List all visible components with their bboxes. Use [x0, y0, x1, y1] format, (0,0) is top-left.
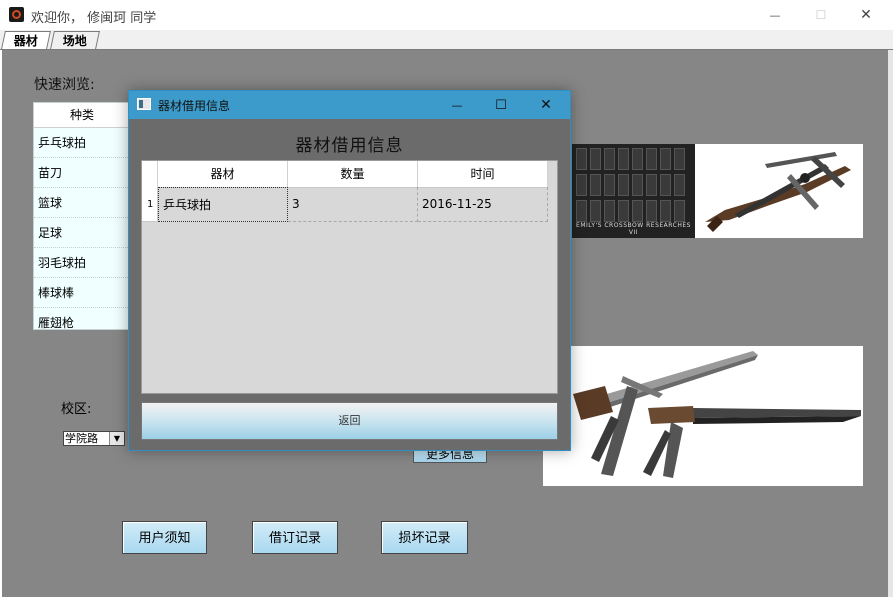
maximize-icon: ☐ — [815, 8, 827, 22]
row-header-corner — [142, 161, 158, 187]
dialog-close-button[interactable]: ✕ — [524, 91, 568, 119]
column-header-time[interactable]: 时间 — [418, 161, 548, 187]
window-title: 欢迎你， 修闽珂 同学 — [31, 11, 157, 26]
minimize-icon: — — [769, 8, 781, 22]
category-table-header: 种类 — [34, 103, 130, 128]
dialog-titlebar[interactable]: 器材借用信息 — ☐ ✕ — [129, 91, 570, 119]
category-row[interactable]: 篮球 — [34, 188, 130, 218]
tab-bar: 器材 场地 — [0, 30, 893, 50]
minimize-button[interactable]: — — [752, 0, 798, 30]
cell-quantity[interactable]: 3 — [288, 187, 418, 222]
damage-records-button[interactable]: 损坏记录 — [381, 521, 468, 554]
quick-browse-label: 快速浏览: — [34, 77, 95, 93]
booking-records-button[interactable]: 借订记录 — [252, 521, 338, 554]
category-row[interactable]: 足球 — [34, 218, 130, 248]
dialog-maximize-button[interactable]: ☐ — [479, 91, 523, 119]
crossbow-sheet-caption: EMILY'S CROSSBOW RESEARCHES VII — [576, 222, 691, 236]
maximize-button[interactable]: ☐ — [798, 0, 844, 30]
maximize-icon: ☐ — [495, 97, 507, 113]
cell-item[interactable]: 乒乓球拍 — [158, 187, 288, 222]
app-icon — [9, 7, 24, 22]
category-row[interactable]: 苗刀 — [34, 158, 130, 188]
dialog-title: 器材借用信息 — [158, 99, 231, 113]
column-header-quantity[interactable]: 数量 — [288, 161, 418, 187]
tab-equipment-label: 器材 — [13, 34, 38, 48]
blade-crossbow-image — [543, 346, 863, 486]
crossbow-sheet-image: EMILY'S CROSSBOW RESEARCHES VII — [572, 144, 695, 238]
campus-select[interactable]: 学院路 ▼ — [63, 431, 125, 446]
close-icon: ✕ — [860, 7, 872, 23]
user-notice-button[interactable]: 用户须知 — [122, 521, 207, 554]
column-header-item[interactable]: 器材 — [158, 161, 288, 187]
dialog-window-icon — [137, 98, 151, 110]
borrow-table: 器材 数量 时间 1 乒乓球拍 3 2016-11-25 — [141, 160, 558, 394]
window-titlebar: 欢迎你， 修闽珂 同学 — ☐ ✕ — [0, 0, 893, 30]
close-icon: ✕ — [540, 97, 552, 113]
category-row[interactable]: 羽毛球拍 — [34, 248, 130, 278]
category-row[interactable]: 乒乓球拍 — [34, 128, 130, 158]
campus-label: 校区: — [61, 402, 92, 417]
dialog-minimize-button[interactable]: — — [435, 91, 479, 119]
row-number[interactable]: 1 — [142, 187, 158, 222]
return-button[interactable]: 返回 — [141, 402, 558, 440]
category-row[interactable]: 棒球棒 — [34, 278, 130, 308]
category-row[interactable]: 雁翅枪 — [34, 308, 130, 329]
main-window: 欢迎你， 修闽珂 同学 — ☐ ✕ 器材 场地 快速浏览: 种类 乒乓球拍 苗刀… — [0, 0, 893, 597]
borrow-table-header: 器材 数量 时间 — [142, 161, 548, 188]
crossbow-image — [695, 144, 863, 238]
tab-venue[interactable]: 场地 — [50, 31, 100, 49]
close-button[interactable]: ✕ — [843, 0, 889, 30]
tab-venue-label: 场地 — [62, 34, 87, 48]
table-row: 1 乒乓球拍 3 2016-11-25 — [142, 187, 548, 222]
campus-select-value: 学院路 — [65, 432, 98, 445]
chevron-down-icon: ▼ — [109, 432, 124, 445]
category-table: 种类 乒乓球拍 苗刀 篮球 足球 羽毛球拍 棒球棒 雁翅枪 — [33, 102, 131, 330]
cell-time[interactable]: 2016-11-25 — [418, 187, 548, 222]
dialog-heading: 器材借用信息 — [295, 136, 404, 156]
tab-equipment[interactable]: 器材 — [1, 31, 51, 49]
minimize-icon: — — [451, 98, 463, 112]
right-edge-strip — [888, 50, 893, 597]
equipment-borrow-dialog: 器材借用信息 — ☐ ✕ 器材借用信息 器材 数量 时间 1 乒乓球拍 3 20… — [128, 90, 571, 451]
